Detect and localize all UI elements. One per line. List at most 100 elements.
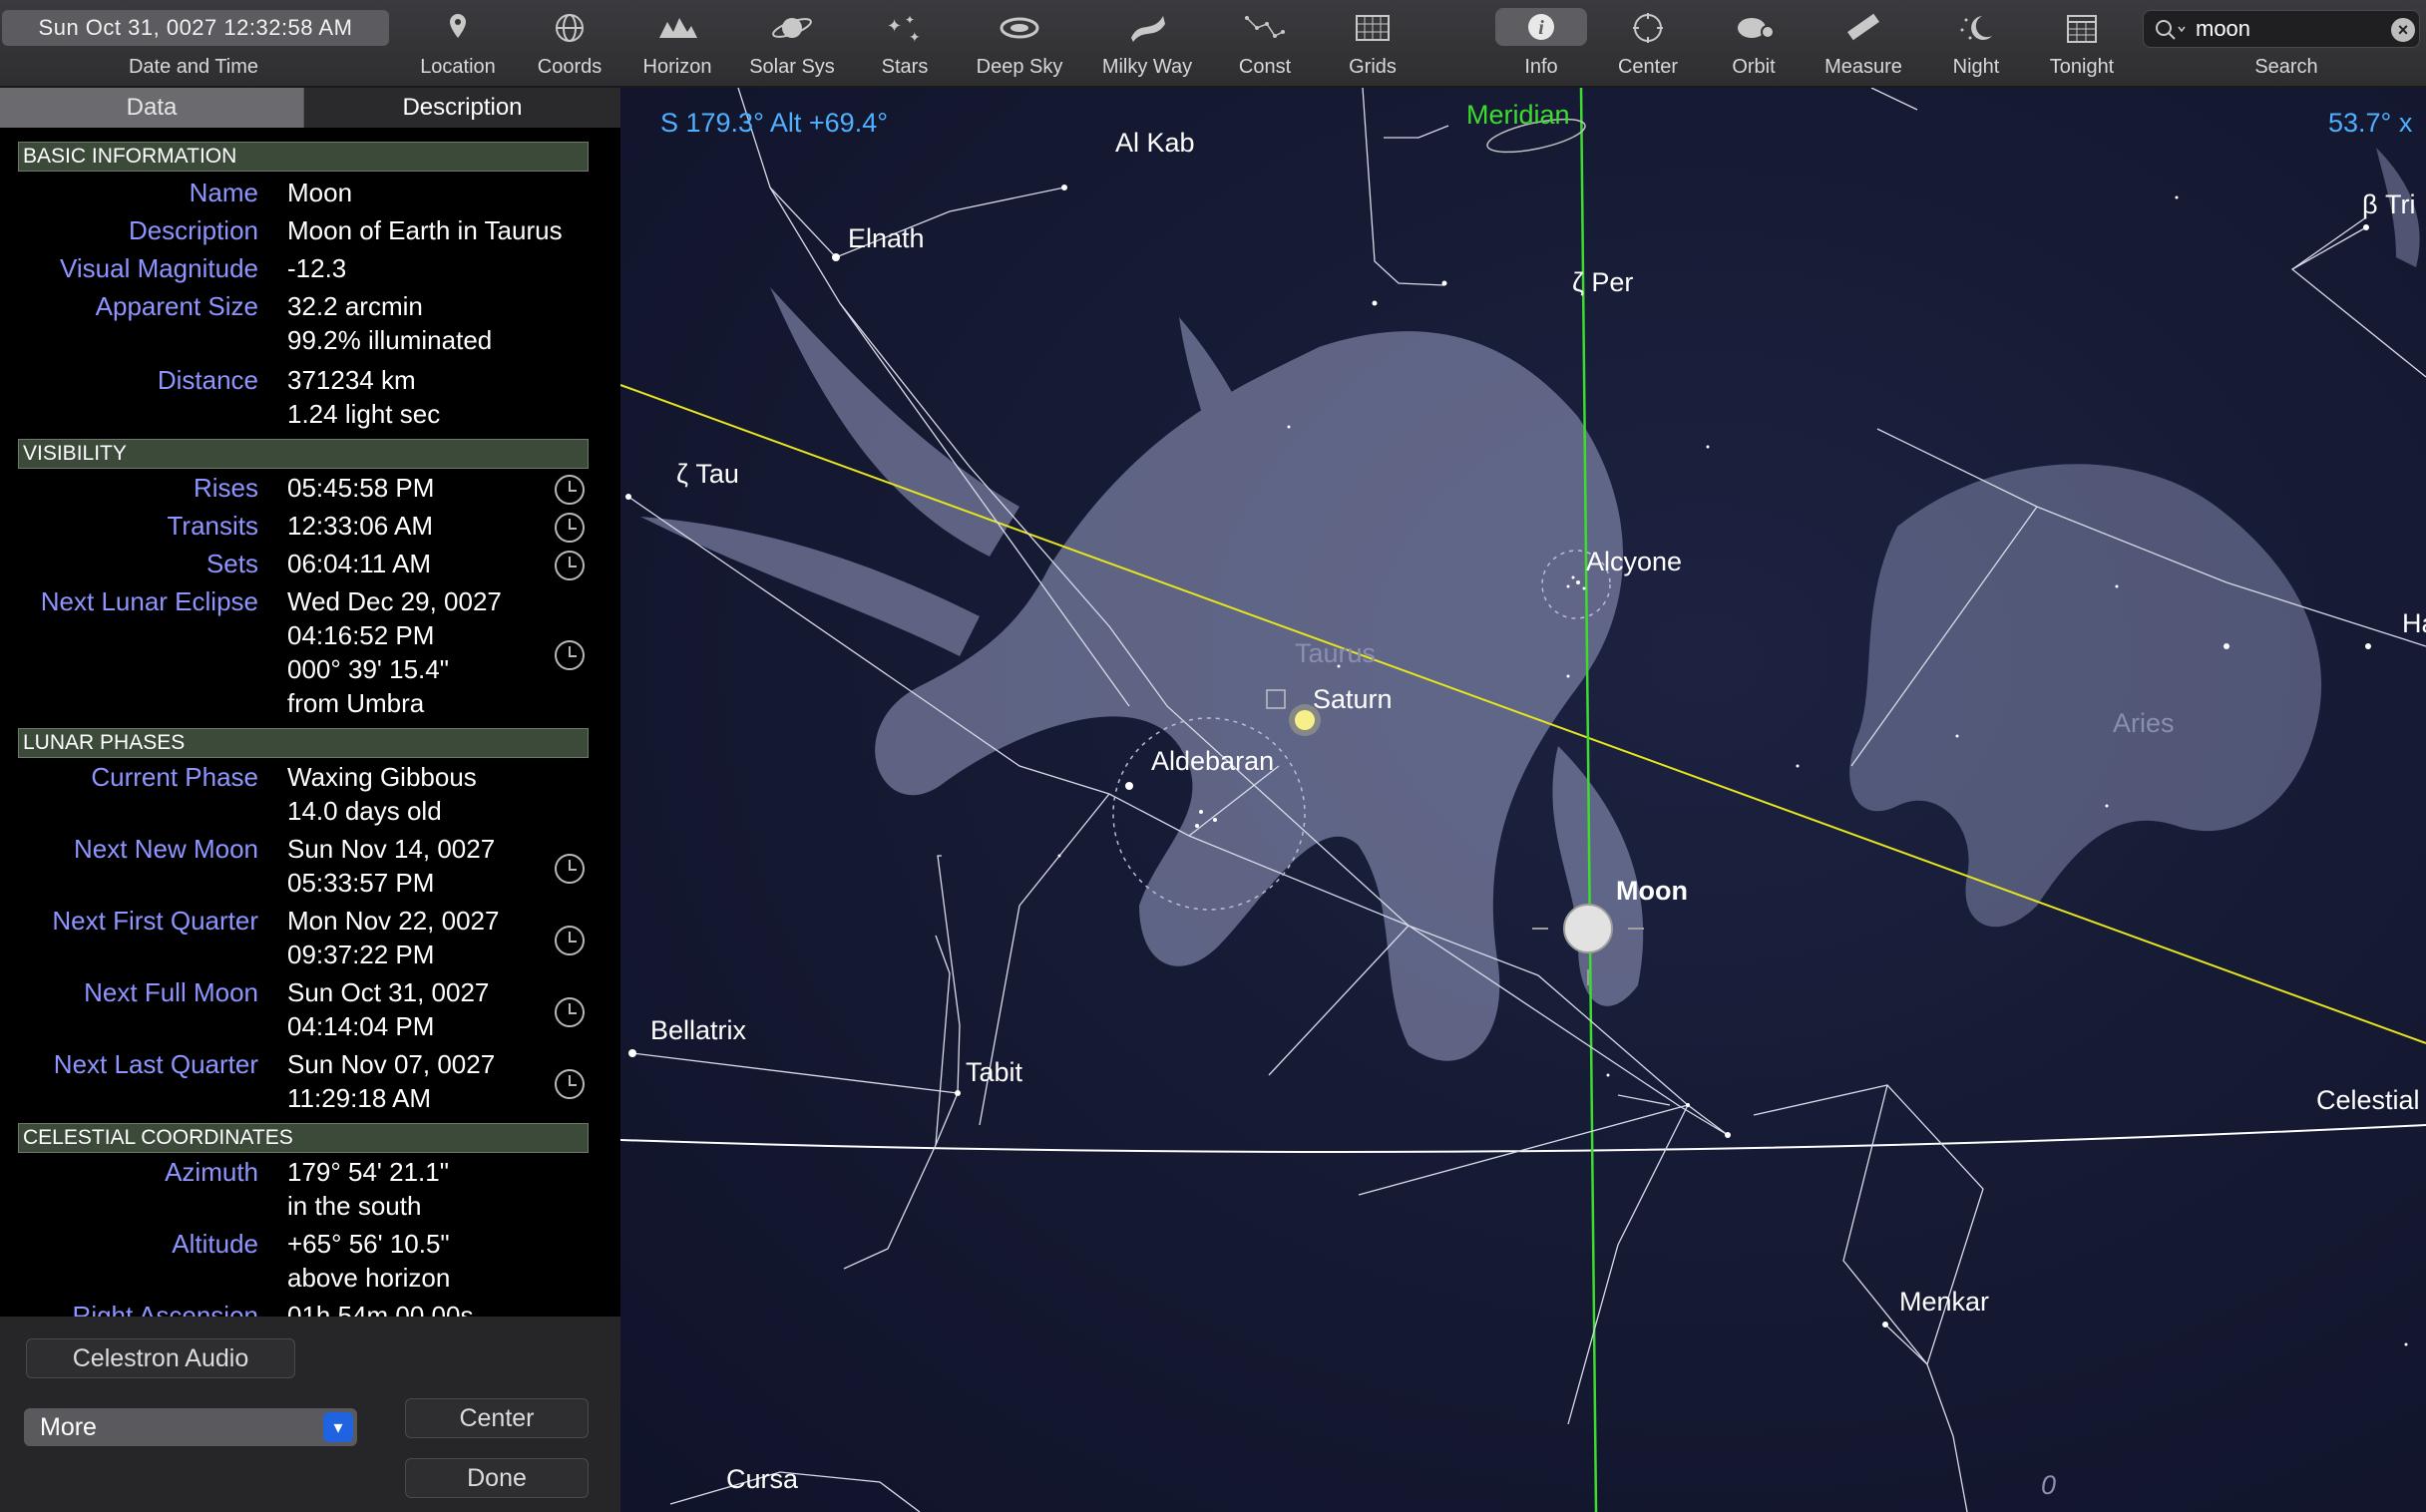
star-label-aldebaran[interactable]: Aldebaran — [1151, 746, 1274, 777]
star-label-alcyone[interactable]: Alcyone — [1586, 547, 1682, 577]
clock-icon[interactable] — [555, 551, 585, 580]
star-label-beta-tri[interactable]: β Tri — [2362, 189, 2416, 220]
toolbar-label-location: Location — [420, 56, 496, 78]
sky-view[interactable]: S 179.3° Alt +69.4° 53.7° x Meridian Al … — [620, 88, 2426, 1512]
value-azimuth-direction: in the south — [287, 1191, 422, 1221]
search-input[interactable] — [2196, 15, 2375, 43]
value-last-quarter-time: 11:29:18 AM — [287, 1083, 432, 1113]
toolbar-label-grids: Grids — [1349, 56, 1397, 78]
value-apparent-size: 32.2 arcmin — [287, 291, 423, 321]
info-icon[interactable]: i — [1495, 8, 1587, 46]
tab-description[interactable]: Description — [303, 88, 620, 128]
moon-icon — [1563, 904, 1613, 953]
field-of-view-readout: 53.7° x — [2328, 108, 2413, 138]
orbit-icon[interactable] — [1724, 8, 1784, 48]
value-sets: 06:04:11 AM — [287, 549, 432, 578]
value-distance-km: 371234 km — [287, 365, 416, 395]
toolbar-label-night: Night — [1952, 56, 2000, 78]
solar-system-icon[interactable] — [762, 8, 822, 48]
location-icon[interactable] — [428, 8, 488, 48]
clock-icon[interactable] — [555, 997, 585, 1027]
value-description: Moon of Earth in Taurus — [287, 215, 563, 245]
toolbar-label-coords: Coords — [537, 56, 603, 78]
clock-icon[interactable] — [555, 475, 585, 505]
value-right-ascension: 01h 54m 00.00s — [287, 1301, 474, 1317]
clock-icon[interactable] — [555, 1069, 585, 1099]
value-eclipse-magnitude: 000° 39' 15.4" — [287, 654, 449, 684]
section-lunar-phases: LUNAR PHASES — [18, 728, 589, 758]
star-label-elnath[interactable]: Elnath — [848, 223, 925, 254]
grids-icon[interactable] — [1343, 8, 1403, 48]
stars-icon[interactable]: ✦ ✦ ✦ — [875, 8, 935, 48]
label-next-new-moon: Next New Moon — [74, 834, 258, 864]
clock-icon[interactable] — [555, 926, 585, 955]
clear-search-icon[interactable]: × — [2391, 18, 2415, 42]
clock-icon[interactable] — [555, 640, 585, 670]
label-altitude: Altitude — [172, 1229, 258, 1259]
center-button[interactable]: Center — [405, 1398, 589, 1438]
value-visual-magnitude: -12.3 — [287, 253, 347, 283]
value-full-moon-date: Sun Oct 31, 0027 — [287, 977, 490, 1007]
toolbar-label-milky-way: Milky Way — [1101, 56, 1193, 78]
toolbar-label-stars: Stars — [881, 56, 929, 78]
moon-label[interactable]: Moon — [1616, 876, 1688, 907]
label-next-first-quarter: Next First Quarter — [52, 906, 258, 936]
star-label-tabit[interactable]: Tabit — [966, 1057, 1022, 1088]
tab-data[interactable]: Data — [0, 88, 303, 128]
label-next-full-moon: Next Full Moon — [84, 977, 258, 1007]
deep-sky-icon[interactable] — [990, 8, 1049, 48]
clock-icon[interactable] — [555, 854, 585, 884]
value-phase-age: 14.0 days old — [287, 796, 442, 826]
center-icon[interactable] — [1618, 8, 1678, 48]
label-apparent-size: Apparent Size — [95, 291, 258, 321]
datetime-label: Date and Time — [128, 56, 259, 78]
star-label-bellatrix[interactable]: Bellatrix — [650, 1015, 746, 1046]
coords-icon[interactable] — [540, 8, 600, 48]
info-panel: Data Description BASIC INFORMATION Name … — [0, 88, 620, 1512]
constellations-icon[interactable] — [1235, 8, 1295, 48]
measure-icon[interactable] — [1833, 8, 1893, 48]
star-label-zeta-per[interactable]: ζ Per — [1572, 267, 1633, 298]
value-altitude-position: above horizon — [287, 1263, 451, 1293]
label-visual-magnitude: Visual Magnitude — [60, 253, 258, 283]
toolbar-label-center: Center — [1617, 56, 1679, 78]
star-label-cursa[interactable]: Cursa — [726, 1464, 798, 1495]
value-eclipse-type: from Umbra — [287, 688, 425, 718]
info-list[interactable]: BASIC INFORMATION Name Moon Description … — [0, 142, 620, 1317]
datetime-display[interactable]: Sun Oct 31, 0027 12:32:58 AM — [2, 10, 389, 46]
star-label-al-kab[interactable]: Al Kab — [1115, 128, 1195, 159]
clock-icon[interactable] — [555, 513, 585, 543]
search-box[interactable]: × — [2143, 10, 2420, 48]
label-azimuth: Azimuth — [165, 1157, 258, 1187]
constellation-label-aries: Aries — [2113, 708, 2175, 738]
toolbar-label-const: Const — [1238, 56, 1292, 78]
toolbar-label-solar-sys: Solar Sys — [749, 56, 835, 78]
view-direction-readout: S 179.3° Alt +69.4° — [660, 108, 889, 138]
night-mode-icon[interactable] — [1946, 8, 2006, 48]
celestron-audio-button[interactable]: Celestron Audio — [26, 1338, 295, 1378]
value-rises: 05:45:58 PM — [287, 473, 435, 503]
star-label-menkar[interactable]: Menkar — [1899, 1287, 1989, 1318]
planet-label-saturn[interactable]: Saturn — [1313, 684, 1393, 715]
tonight-icon[interactable] — [2052, 8, 2112, 48]
star-label-zeta-tau[interactable]: ζ Tau — [676, 459, 739, 490]
label-rises: Rises — [193, 473, 258, 503]
value-illuminated: 99.2% illuminated — [287, 325, 493, 355]
value-eclipse-time: 04:16:52 PM — [287, 620, 435, 650]
milky-way-icon[interactable] — [1117, 8, 1177, 48]
grid-label-zero: 0 — [2041, 1470, 2057, 1500]
search-icon — [2156, 20, 2186, 40]
more-dropdown[interactable]: More ▾ — [24, 1408, 357, 1446]
toolbar-label-tonight: Tonight — [2049, 56, 2115, 78]
horizon-icon[interactable] — [647, 8, 707, 48]
taurus-figure — [640, 287, 1644, 1061]
label-next-lunar-eclipse: Next Lunar Eclipse — [40, 586, 258, 616]
done-button[interactable]: Done — [405, 1458, 589, 1498]
svg-text:✦: ✦ — [905, 13, 915, 27]
svg-text:✦: ✦ — [887, 16, 902, 36]
value-new-moon-time: 05:33:57 PM — [287, 868, 435, 898]
celestial-equator-line — [620, 1124, 2426, 1153]
aries-figure — [1849, 148, 2420, 928]
star-label-ha[interactable]: Ha — [2402, 608, 2426, 639]
label-sets: Sets — [205, 549, 258, 578]
